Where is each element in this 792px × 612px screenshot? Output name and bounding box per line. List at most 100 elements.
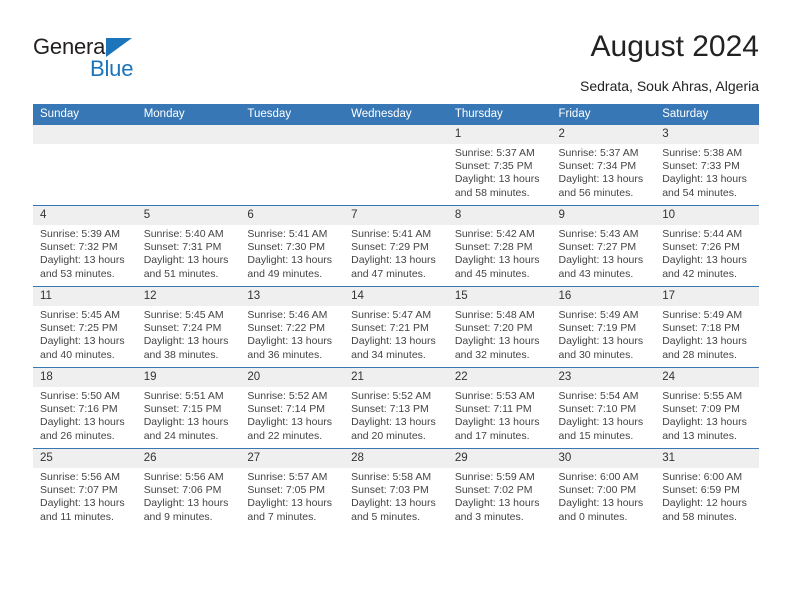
daylight-text: Daylight: 13 hours and 5 minutes.: [351, 497, 436, 523]
calendar-day-cell[interactable]: 24 Sunrise: 5:55 AM Sunset: 7:09 PM Dayligh…: [655, 367, 759, 449]
day-details: Sunrise: 5:45 AM Sunset: 7:24 PM Daylight:…: [137, 306, 241, 362]
calendar-day-cell[interactable]: 23 Sunrise: 5:54 AM Sunset: 7:10 PM Dayligh…: [551, 367, 656, 449]
column-header-wednesday: Wednesday: [344, 104, 448, 125]
day-number: 30: [551, 449, 656, 468]
calendar-day-cell[interactable]: 17 Sunrise: 5:49 AM Sunset: 7:18 PM Dayligh…: [655, 286, 759, 368]
day-details: Sunrise: 5:58 AM Sunset: 7:03 PM Daylight:…: [344, 468, 448, 524]
daylight-text: Daylight: 13 hours and 42 minutes.: [662, 254, 747, 280]
day-details: Sunrise: 5:39 AM Sunset: 7:32 PM Daylight:…: [33, 225, 137, 281]
calendar-day-cell[interactable]: 5 Sunrise: 5:40 AM Sunset: 7:31 PM Daylight…: [136, 205, 241, 287]
calendar-day-cell[interactable]: 6 Sunrise: 5:41 AM Sunset: 7:30 PM Daylight…: [240, 205, 345, 287]
calendar-day-cell[interactable]: 25 Sunrise: 5:56 AM Sunset: 7:07 PM Dayligh…: [33, 448, 137, 529]
calendar-day-cell[interactable]: 21 Sunrise: 5:52 AM Sunset: 7:13 PM Dayligh…: [344, 367, 448, 449]
calendar-day-cell[interactable]: 9 Sunrise: 5:43 AM Sunset: 7:27 PM Daylight…: [551, 205, 656, 287]
sunrise-text: Sunrise: 5:45 AM: [143, 309, 224, 321]
sunrise-text: Sunrise: 5:54 AM: [558, 390, 639, 402]
calendar-day-cell[interactable]: 26 Sunrise: 5:56 AM Sunset: 7:06 PM Dayligh…: [136, 448, 241, 529]
daylight-text: Daylight: 12 hours and 58 minutes.: [662, 497, 747, 523]
calendar-cell-empty: [240, 125, 345, 206]
logo-triangle-icon: [106, 38, 132, 57]
day-details: Sunrise: 5:43 AM Sunset: 7:27 PM Daylight:…: [552, 225, 656, 281]
calendar-day-cell[interactable]: 14 Sunrise: 5:47 AM Sunset: 7:21 PM Dayligh…: [344, 286, 448, 368]
calendar-day-cell[interactable]: 18 Sunrise: 5:50 AM Sunset: 7:16 PM Dayligh…: [33, 367, 137, 449]
daylight-text: Daylight: 13 hours and 34 minutes.: [351, 335, 436, 361]
sunrise-text: Sunrise: 6:00 AM: [558, 471, 639, 483]
daylight-text: Daylight: 13 hours and 30 minutes.: [558, 335, 644, 361]
calendar-day-cell[interactable]: 20 Sunrise: 5:52 AM Sunset: 7:14 PM Dayligh…: [240, 367, 345, 449]
sunrise-text: Sunrise: 5:56 AM: [143, 471, 224, 483]
daylight-text: Daylight: 13 hours and 13 minutes.: [662, 416, 747, 442]
calendar-day-cell[interactable]: 22 Sunrise: 5:53 AM Sunset: 7:11 PM Dayligh…: [447, 367, 552, 449]
calendar-day-cell[interactable]: 1 Sunrise: 5:37 AM Sunset: 7:35 PM Daylight…: [447, 125, 552, 206]
calendar-week-row: 11 Sunrise: 5:45 AM Sunset: 7:25 PM Dayligh…: [33, 286, 759, 368]
sunset-text: Sunset: 7:26 PM: [662, 241, 740, 254]
calendar-week-row: 1 Sunrise: 5:37 AM Sunset: 7:35 PM Daylight…: [33, 125, 759, 206]
day-number: 18: [33, 368, 137, 387]
column-header-tuesday: Tuesday: [240, 104, 345, 125]
calendar-day-cell[interactable]: 15 Sunrise: 5:48 AM Sunset: 7:20 PM Dayligh…: [447, 286, 552, 368]
calendar-day-cell[interactable]: 10 Sunrise: 5:44 AM Sunset: 7:26 PM Dayligh…: [655, 205, 759, 287]
day-details: Sunrise: 5:53 AM Sunset: 7:11 PM Daylight:…: [448, 387, 552, 443]
calendar-cell-empty: [344, 125, 448, 206]
sunrise-text: Sunrise: 5:40 AM: [143, 228, 224, 240]
daylight-text: Daylight: 13 hours and 36 minutes.: [247, 335, 333, 361]
daylight-text: Daylight: 13 hours and 0 minutes.: [558, 497, 644, 523]
calendar-day-cell[interactable]: 3 Sunrise: 5:38 AM Sunset: 7:33 PM Daylight…: [655, 125, 759, 206]
sunrise-text: Sunrise: 5:46 AM: [247, 309, 328, 321]
calendar-body: 1 Sunrise: 5:37 AM Sunset: 7:35 PM Daylight…: [33, 125, 759, 529]
sunrise-text: Sunrise: 5:57 AM: [247, 471, 328, 483]
sunrise-text: Sunrise: 5:51 AM: [143, 390, 224, 402]
sunset-text: Sunset: 7:16 PM: [40, 403, 118, 416]
calendar-day-cell[interactable]: 12 Sunrise: 5:45 AM Sunset: 7:24 PM Dayligh…: [136, 286, 241, 368]
column-header-sunday: Sunday: [33, 104, 137, 125]
day-details: Sunrise: 5:37 AM Sunset: 7:35 PM Daylight:…: [448, 144, 552, 200]
day-details: Sunrise: 5:56 AM Sunset: 7:06 PM Daylight:…: [137, 468, 241, 524]
day-details: Sunrise: 5:55 AM Sunset: 7:09 PM Daylight:…: [655, 387, 759, 443]
day-number: 11: [33, 287, 137, 306]
day-number: 26: [136, 449, 241, 468]
calendar-day-cell[interactable]: 13 Sunrise: 5:46 AM Sunset: 7:22 PM Dayligh…: [240, 286, 345, 368]
calendar-day-cell[interactable]: 29 Sunrise: 5:59 AM Sunset: 7:02 PM Dayligh…: [447, 448, 552, 529]
sunrise-text: Sunrise: 5:56 AM: [40, 471, 120, 483]
sunrise-text: Sunrise: 5:52 AM: [247, 390, 328, 402]
day-details: Sunrise: 5:54 AM Sunset: 7:10 PM Daylight:…: [552, 387, 656, 443]
sunset-text: Sunset: 7:10 PM: [558, 403, 637, 416]
calendar-day-cell[interactable]: 31 Sunrise: 6:00 AM Sunset: 6:59 PM Dayligh…: [655, 448, 759, 529]
sunset-text: Sunset: 7:28 PM: [454, 241, 533, 254]
day-number: 25: [33, 449, 137, 468]
day-number: 15: [447, 287, 552, 306]
calendar-day-cell[interactable]: 8 Sunrise: 5:42 AM Sunset: 7:28 PM Daylight…: [447, 205, 552, 287]
day-number: 31: [655, 449, 759, 468]
calendar-week-row: 18 Sunrise: 5:50 AM Sunset: 7:16 PM Dayligh…: [33, 367, 759, 449]
day-details: Sunrise: 5:44 AM Sunset: 7:26 PM Daylight:…: [655, 225, 759, 281]
day-details: Sunrise: 5:46 AM Sunset: 7:22 PM Daylight:…: [240, 306, 344, 362]
daylight-text: Daylight: 13 hours and 58 minutes.: [454, 173, 540, 199]
calendar-day-cell[interactable]: 27 Sunrise: 5:57 AM Sunset: 7:05 PM Dayligh…: [240, 448, 345, 529]
calendar-day-cell[interactable]: 28 Sunrise: 5:58 AM Sunset: 7:03 PM Dayligh…: [344, 448, 448, 529]
day-number: 19: [136, 368, 241, 387]
daylight-text: Daylight: 13 hours and 20 minutes.: [351, 416, 436, 442]
sunset-text: Sunset: 7:19 PM: [558, 322, 637, 335]
calendar-day-cell[interactable]: 11 Sunrise: 5:45 AM Sunset: 7:25 PM Dayligh…: [33, 286, 137, 368]
day-details: Sunrise: 5:38 AM Sunset: 7:33 PM Daylight:…: [655, 144, 759, 200]
generalblue-logo[interactable]: General Blue: [33, 34, 233, 84]
sunset-text: Sunset: 7:03 PM: [351, 484, 429, 497]
sunrise-text: Sunrise: 5:49 AM: [662, 309, 743, 321]
calendar-day-cell[interactable]: 19 Sunrise: 5:51 AM Sunset: 7:15 PM Dayligh…: [136, 367, 241, 449]
page-header: General Blue August 2024 Sedrata, Souk A…: [0, 0, 792, 100]
day-details: Sunrise: 6:00 AM Sunset: 7:00 PM Daylight:…: [552, 468, 656, 524]
calendar-day-cell[interactable]: 30 Sunrise: 6:00 AM Sunset: 7:00 PM Dayligh…: [551, 448, 656, 529]
sunrise-text: Sunrise: 6:00 AM: [662, 471, 743, 483]
sunset-text: Sunset: 7:34 PM: [558, 160, 637, 173]
day-details: Sunrise: 5:40 AM Sunset: 7:31 PM Daylight:…: [137, 225, 241, 281]
calendar-day-cell[interactable]: 16 Sunrise: 5:49 AM Sunset: 7:19 PM Dayligh…: [551, 286, 656, 368]
day-details: Sunrise: 5:57 AM Sunset: 7:05 PM Daylight:…: [240, 468, 344, 524]
daylight-text: Daylight: 13 hours and 17 minutes.: [454, 416, 540, 442]
calendar-day-cell[interactable]: 7 Sunrise: 5:41 AM Sunset: 7:29 PM Daylight…: [344, 205, 448, 287]
calendar-day-cell[interactable]: 2 Sunrise: 5:37 AM Sunset: 7:34 PM Daylight…: [551, 125, 656, 206]
day-details: Sunrise: 5:59 AM Sunset: 7:02 PM Daylight:…: [448, 468, 552, 524]
calendar-week-row: 25 Sunrise: 5:56 AM Sunset: 7:07 PM Dayligh…: [33, 448, 759, 529]
calendar-day-cell[interactable]: 4 Sunrise: 5:39 AM Sunset: 7:32 PM Daylight…: [33, 205, 137, 287]
daylight-text: Daylight: 13 hours and 11 minutes.: [40, 497, 125, 523]
sunset-text: Sunset: 7:06 PM: [143, 484, 222, 497]
